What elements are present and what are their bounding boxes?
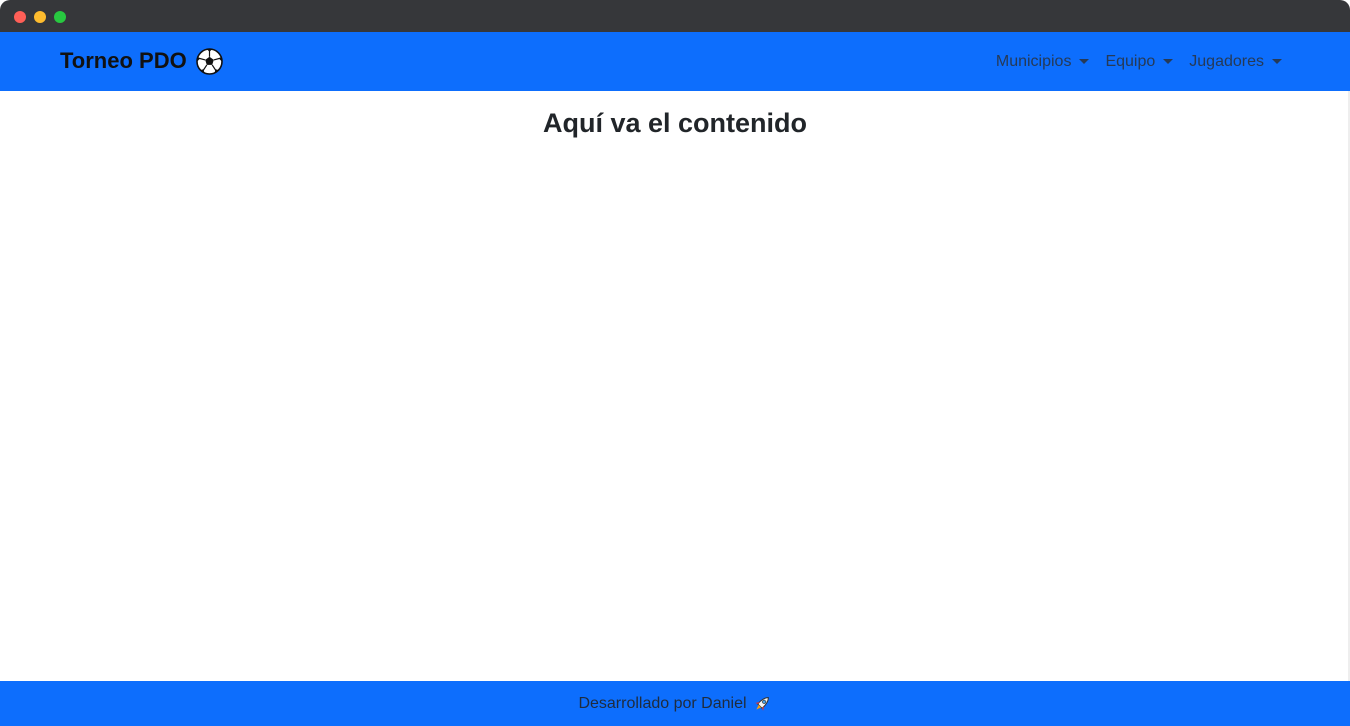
nav-dropdown-equipo[interactable]: Equipo — [1105, 52, 1174, 71]
rocket-icon — [752, 694, 772, 714]
caret-down-icon — [1272, 59, 1282, 64]
footer-text: Desarrollado por Daniel — [578, 694, 747, 712]
page-title: Aquí va el contenido — [542, 108, 808, 138]
navbar: Torneo PDO Municipios Equipo Jugadores — [0, 32, 1350, 91]
caret-down-icon — [1079, 59, 1090, 64]
footer: Desarrollado por Daniel — [0, 681, 1350, 726]
nav-dropdown-municipios[interactable]: Municipios — [996, 53, 1090, 71]
nav-dropdown-label: Jugadores — [1189, 52, 1264, 70]
brand-text: Torneo PDO — [60, 48, 187, 73]
nav-dropdown-label: Equipo — [1105, 52, 1156, 70]
close-window-button[interactable] — [14, 11, 26, 23]
nav-menu: Municipios Equipo Jugadores — [996, 32, 1282, 91]
browser-window: Torneo PDO Municipios Equipo Jugadores A… — [0, 0, 1350, 726]
brand-link[interactable]: Torneo PDO — [60, 46, 223, 76]
soccer-ball-icon — [195, 47, 223, 75]
nav-dropdown-jugadores[interactable]: Jugadores — [1189, 53, 1282, 71]
maximize-window-button[interactable] — [54, 11, 66, 23]
minimize-window-button[interactable] — [34, 11, 46, 23]
window-titlebar — [0, 0, 1350, 32]
caret-down-icon — [1163, 59, 1174, 64]
nav-dropdown-label: Municipios — [995, 52, 1072, 70]
